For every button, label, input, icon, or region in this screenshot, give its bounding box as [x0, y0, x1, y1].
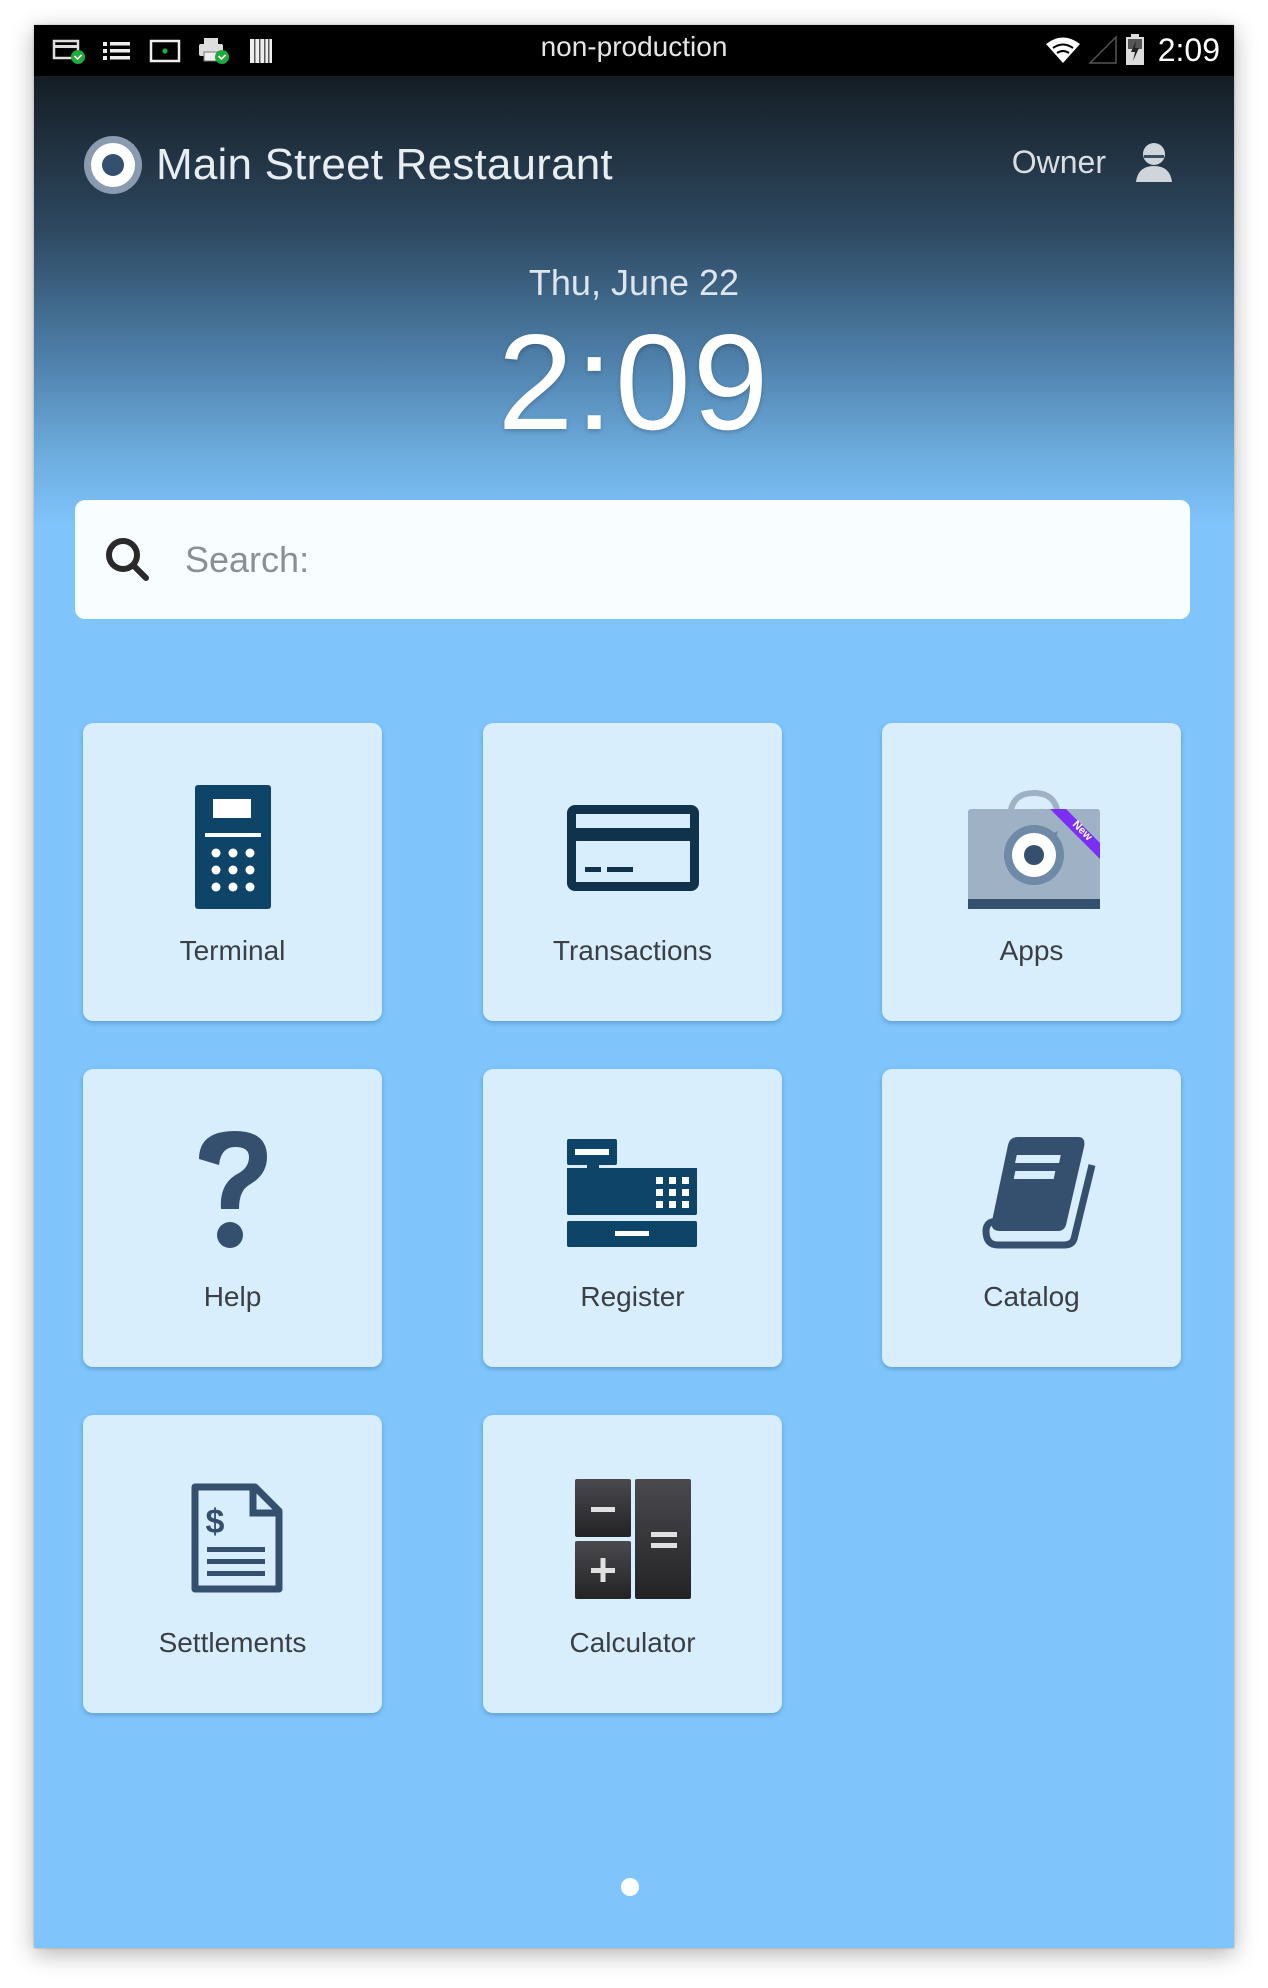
calculator-icon	[574, 1479, 691, 1599]
app-tile-calculator[interactable]: Calculator	[483, 1415, 782, 1713]
app-tile-catalog[interactable]: Catalog	[882, 1069, 1181, 1367]
terminal-icon	[194, 785, 271, 909]
clock-display: 2:09	[497, 306, 771, 458]
battery-charging-icon	[1125, 34, 1144, 65]
app-label: Apps	[999, 935, 1064, 966]
status-icons-right: 2:09	[1044, 29, 1220, 71]
device-screen: non-production 2:09 Main Street Restaura…	[34, 25, 1234, 1948]
app-tile-terminal[interactable]: Terminal	[83, 723, 382, 1021]
merchant-brand: Main Street Restaurant	[82, 134, 613, 196]
app-label: Transactions	[552, 935, 713, 966]
user-account-button[interactable]: Owner	[1012, 140, 1176, 184]
status-time: 2:09	[1157, 31, 1220, 68]
date-display: Thu, June 22	[528, 262, 740, 303]
cash-register-icon	[566, 1139, 697, 1247]
app-tile-apps[interactable]: New Apps	[882, 723, 1181, 1021]
user-role-label: Owner	[1011, 143, 1106, 180]
app-tile-register[interactable]: Register	[483, 1069, 782, 1367]
invoice-dollar-icon: $	[191, 1483, 282, 1593]
cell-signal-icon	[1087, 35, 1117, 64]
search-bar[interactable]	[75, 500, 1190, 619]
app-label: Settlements	[158, 1627, 307, 1658]
wifi-icon	[1045, 37, 1080, 63]
app-label: Catalog	[983, 1281, 1080, 1312]
status-bar: non-production 2:09	[34, 25, 1234, 76]
app-market-bag-icon: New	[967, 789, 1100, 909]
book-icon	[981, 1137, 1095, 1249]
app-tile-help[interactable]: Help	[83, 1069, 382, 1367]
app-label: Help	[203, 1281, 262, 1312]
search-input[interactable]	[183, 537, 1087, 582]
clover-logo-icon	[84, 136, 142, 194]
app-label: Calculator	[569, 1627, 696, 1658]
user-avatar-icon	[1136, 143, 1172, 182]
question-mark-icon	[198, 1131, 267, 1248]
credit-card-icon	[566, 805, 699, 891]
app-label: Terminal	[179, 935, 286, 966]
merchant-name: Main Street Restaurant	[156, 140, 613, 189]
lock-header: Main Street Restaurant Owner Thu, June 2…	[34, 76, 1234, 526]
app-tile-transactions[interactable]: Transactions	[483, 723, 782, 1021]
search-icon	[106, 537, 149, 581]
app-tile-settlements[interactable]: $ Settlements	[83, 1415, 382, 1713]
page-indicator-dot[interactable]	[621, 1878, 639, 1896]
svg-text:$: $	[205, 1503, 224, 1541]
app-label: Register	[580, 1281, 685, 1312]
